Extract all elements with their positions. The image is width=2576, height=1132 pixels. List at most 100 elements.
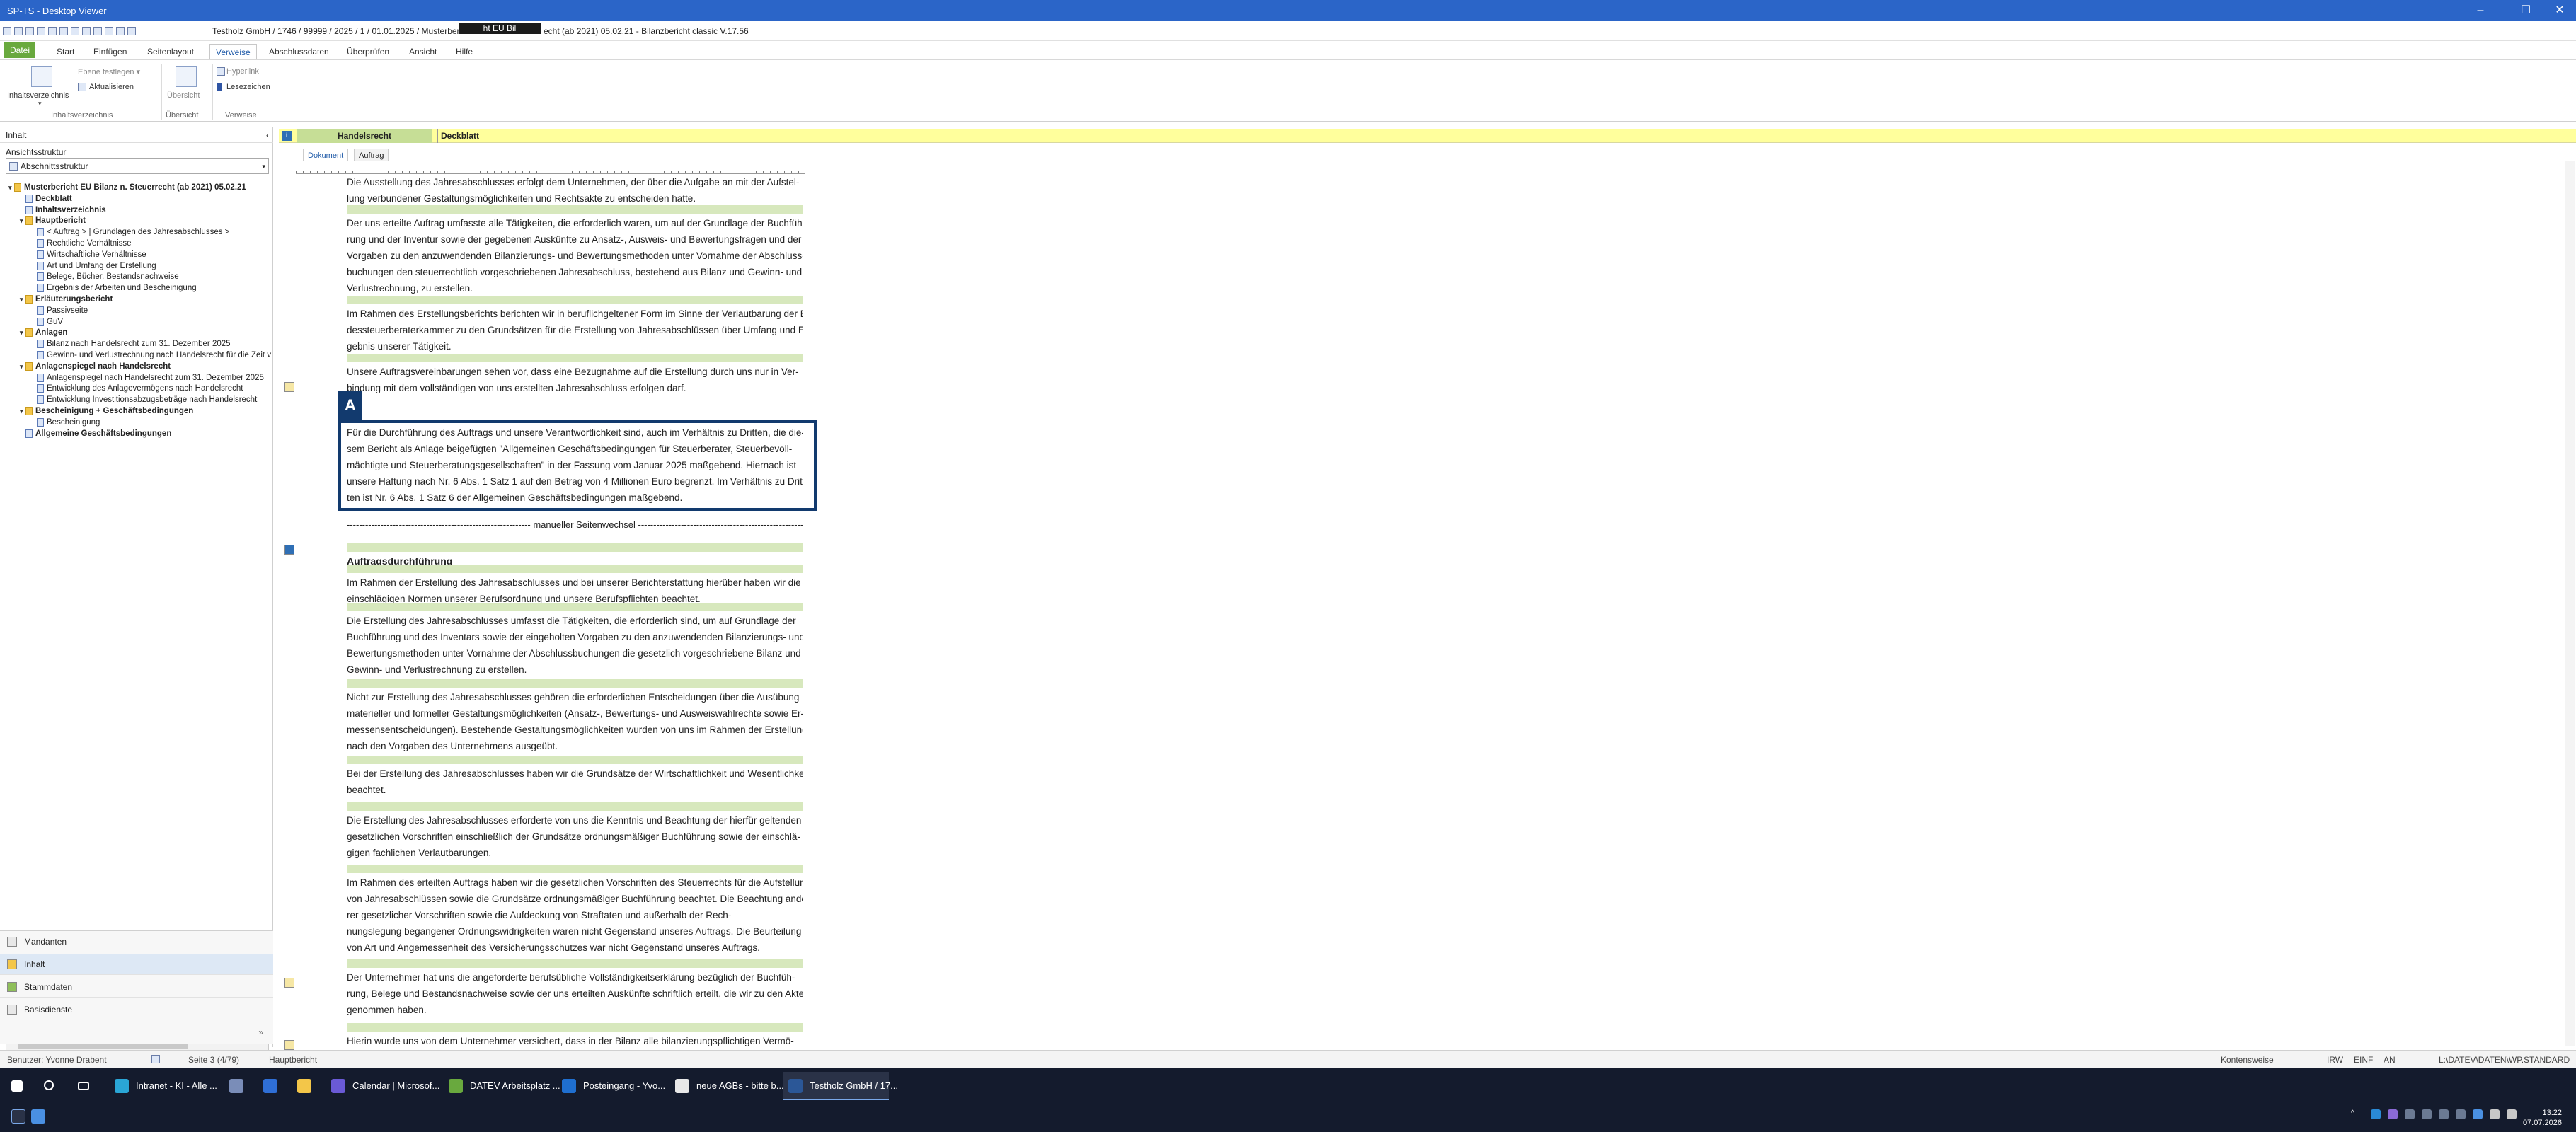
nav-mandanten[interactable]: Mandanten [0, 931, 273, 952]
tray-icon[interactable] [2405, 1109, 2415, 1119]
margin-note-icon[interactable] [284, 1040, 294, 1050]
tree-node[interactable]: Bilanz nach Handelsrecht zum 31. Dezembe… [31, 339, 231, 349]
maximize-button[interactable]: ☐ [2509, 0, 2542, 21]
tree-node[interactable]: Ergebnis der Arbeiten und Bescheinigung [31, 283, 197, 293]
tree-node[interactable]: Wirtschaftliche Verhältnisse [31, 250, 146, 260]
tree-toggle-icon[interactable]: ▾ [20, 328, 25, 337]
taskbar-item-app[interactable] [224, 1072, 252, 1100]
tree-node[interactable]: Belege, Bücher, Bestandsnachweise [31, 272, 179, 282]
taskbar-item-datev[interactable]: DATEV Arbeitsplatz ... [443, 1072, 560, 1100]
margin-info-icon[interactable] [284, 545, 294, 555]
section-tab-handelsrecht[interactable]: Handelsrecht [297, 129, 432, 143]
document-vertical-scrollbar[interactable] [2565, 161, 2575, 1046]
tab-datei[interactable]: Datei [4, 42, 36, 58]
nav-inhalt[interactable]: Inhalt [0, 954, 273, 975]
structure-icon[interactable] [116, 26, 125, 35]
tab-verweise[interactable]: Verweise [209, 44, 257, 59]
clock[interactable]: 13:22 07.07.2026 [2523, 1108, 2562, 1128]
tree-toggle-icon[interactable]: ▾ [20, 294, 25, 304]
hyperlink-button[interactable]: Hyperlink [217, 67, 259, 76]
tab-dokument[interactable]: Dokument [303, 149, 349, 161]
paragraph[interactable]: Die Erstellung des Jahresabschlusses umf… [347, 613, 803, 678]
paragraph[interactable]: Der uns erteilte Auftrag umfasste alle T… [347, 215, 803, 296]
aktualisieren-button[interactable]: Aktualisieren [78, 83, 134, 91]
tree-node[interactable]: ▾ Anlagenspiegel nach Handelsrecht [20, 362, 171, 371]
tree-node[interactable]: Bescheinigung [31, 417, 100, 427]
paragraph[interactable]: Nicht zur Erstellung des Jahresabschluss… [347, 689, 803, 754]
taskbar-pinned-desktop[interactable] [27, 1102, 55, 1131]
nav-more-icon[interactable]: » [258, 1027, 263, 1037]
margin-note-icon[interactable] [284, 382, 294, 392]
taskbar-item-calendar[interactable]: Calendar | Microsof... [326, 1072, 439, 1100]
margin-note-icon[interactable] [284, 978, 294, 988]
save-icon[interactable] [59, 26, 68, 35]
paragraph[interactable]: Hierin wurde uns von dem Unternehmer ver… [347, 1033, 803, 1047]
ruler[interactable] [296, 163, 805, 174]
tree-node[interactable]: Art und Umfang der Erstellung [31, 261, 156, 271]
wifi-icon[interactable] [2490, 1109, 2500, 1119]
tree-node[interactable]: Gewinn- und Verlustrechnung nach Handels… [31, 350, 271, 360]
print-icon[interactable] [71, 26, 79, 35]
tree-node[interactable]: Rechtliche Verhältnisse [31, 238, 132, 248]
taskbar-item-explorer[interactable] [292, 1072, 320, 1100]
tree-toggle-icon[interactable]: ▾ [20, 406, 25, 416]
preview-icon[interactable] [82, 26, 91, 35]
paragraph[interactable]: Unsere Auftragsvereinbarungen sehen vor,… [347, 364, 803, 396]
paragraph[interactable]: Die Erstellung des Jahresabschlusses erf… [347, 812, 803, 861]
bluetooth-icon[interactable] [2473, 1109, 2483, 1119]
nav-stammdaten[interactable]: Stammdaten [0, 976, 273, 998]
tray-icon[interactable] [2456, 1109, 2466, 1119]
task-view-button[interactable] [74, 1072, 91, 1100]
search-icon[interactable] [93, 26, 102, 35]
paragraph[interactable]: Im Rahmen des erteilten Auftrags haben w… [347, 874, 803, 956]
redo-icon[interactable] [25, 26, 34, 35]
export-icon[interactable] [127, 26, 136, 35]
tree-node[interactable]: ▾ Hauptbericht [20, 216, 86, 226]
search-button[interactable] [40, 1072, 57, 1100]
undo-icon[interactable] [14, 26, 23, 35]
paragraph[interactable]: Im Rahmen des Erstellungsberichts berich… [347, 306, 803, 354]
collapse-panel-icon[interactable]: ‹ [266, 127, 269, 143]
tree-node[interactable]: Inhaltsverzeichnis [20, 205, 106, 215]
tree-node[interactable]: ▾ Bescheinigung + Geschäftsbedingungen [20, 406, 193, 416]
open-icon[interactable] [48, 26, 57, 35]
selected-paragraph-frame[interactable] [338, 420, 817, 511]
tray-icon[interactable] [2422, 1109, 2432, 1119]
uebersicht-button[interactable]: Übersicht [167, 91, 200, 100]
tree-node[interactable]: Anlagenspiegel nach Handelsrecht zum 31.… [31, 373, 264, 383]
tree-toggle-icon[interactable]: ▾ [20, 362, 25, 371]
section-tab-deckblatt[interactable]: Deckblatt [437, 129, 479, 143]
document-path-dropdown[interactable]: ht EU Bil [459, 23, 541, 34]
toc-button[interactable]: Inhaltsverzeichnis [7, 91, 69, 100]
tree-node[interactable]: GuV [31, 317, 63, 327]
tree-toggle-icon[interactable]: ▾ [8, 183, 14, 192]
tray-chevron-icon[interactable]: ^ [2351, 1109, 2361, 1119]
paragraph[interactable]: Der Unternehmer hat uns die angeforderte… [347, 969, 803, 1018]
nav-basisdienste[interactable]: Basisdienste [0, 999, 273, 1020]
tree-node[interactable]: Entwicklung des Anlagevermögens nach Han… [31, 383, 243, 393]
close-button[interactable]: ✕ [2543, 0, 2576, 21]
copy-icon[interactable] [105, 26, 113, 35]
taskbar-item-edge[interactable]: Intranet - KI - Alle ... [109, 1072, 217, 1100]
paragraph[interactable]: Die Ausstellung des Jahresabschlusses er… [347, 174, 803, 207]
taskbar-item-outlook[interactable]: Posteingang - Yvo... [556, 1072, 669, 1100]
ebene-festlegen-button[interactable]: Ebene festlegen ▾ [78, 67, 140, 76]
volume-icon[interactable] [2507, 1109, 2517, 1119]
tab-einfuegen[interactable]: Einfügen [88, 44, 132, 59]
tree-node[interactable]: Allgemeine Geschäftsbedingungen [20, 429, 171, 439]
tab-hilfe[interactable]: Hilfe [450, 44, 478, 59]
struct-select[interactable]: Abschnittsstruktur ▾ [6, 158, 269, 174]
taskbar-item-defender[interactable] [258, 1072, 286, 1100]
document-page[interactable]: Die Ausstellung des Jahresabschlusses er… [347, 174, 804, 1047]
tab-start[interactable]: Start [51, 44, 80, 59]
taskbar-item-word[interactable]: Testholz GmbH / 17... [783, 1072, 898, 1100]
onedrive-icon[interactable] [2371, 1109, 2381, 1119]
lesezeichen-button[interactable]: Lesezeichen [217, 83, 270, 91]
paragraph[interactable]: Bei der Erstellung des Jahresabschlusses… [347, 766, 803, 798]
tree-node[interactable]: ▾ Anlagen [20, 328, 67, 337]
taskbar-item-mail[interactable]: neue AGBs - bitte b... [669, 1072, 784, 1100]
start-button[interactable] [7, 1072, 24, 1100]
info-icon[interactable]: i [282, 131, 292, 141]
tree-node[interactable]: Deckblatt [20, 194, 72, 204]
tree-node[interactable]: ▾ Erläuterungsbericht [20, 294, 113, 304]
